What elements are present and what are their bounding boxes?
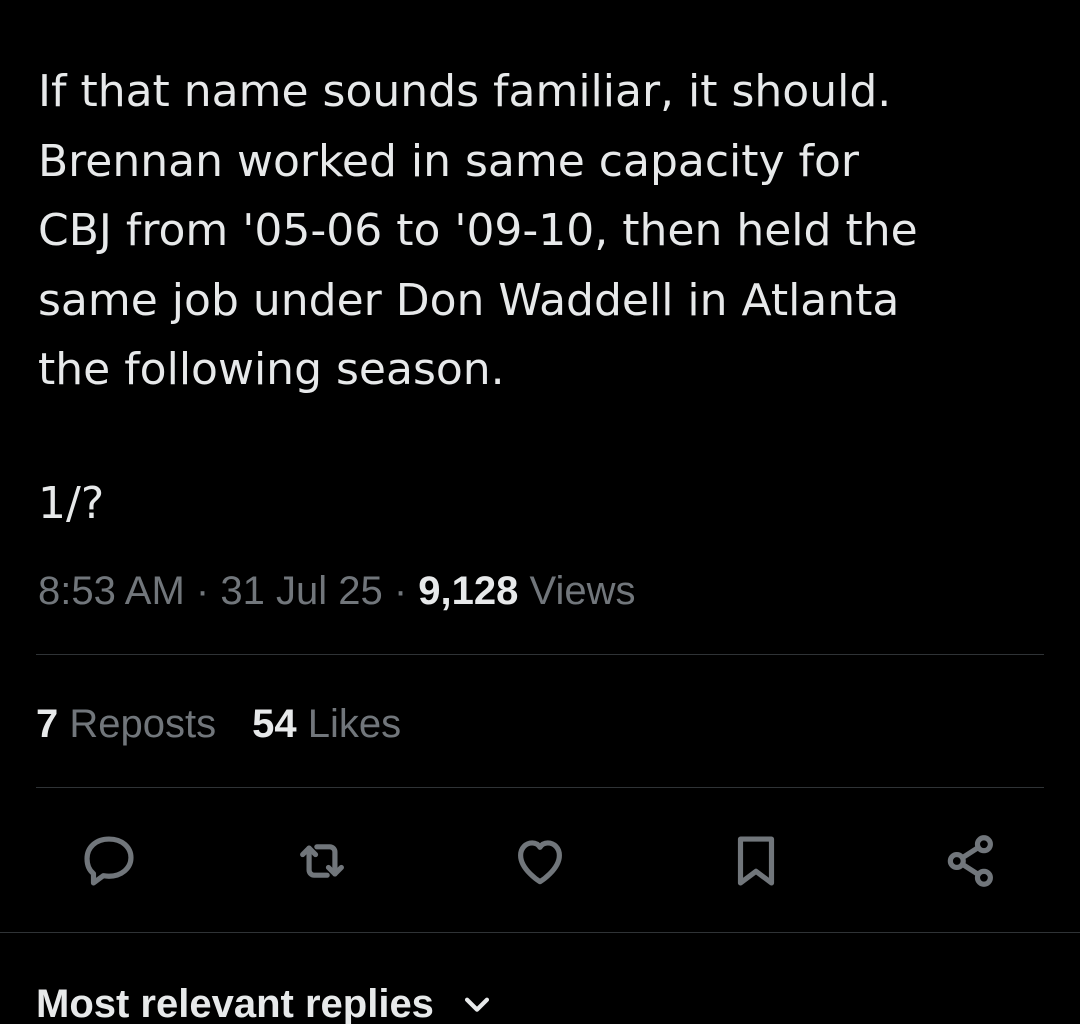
bookmark-icon	[737, 836, 775, 886]
replies-sort-dropdown[interactable]: Most relevant replies	[36, 978, 494, 1024]
divider	[36, 787, 1044, 788]
share-icon	[947, 835, 993, 887]
likes-label: Likes	[307, 702, 402, 746]
tweet-metadata: 8:53 AM · 31 Jul 25 · 9,128 Views	[38, 566, 635, 616]
reply-icon	[84, 836, 134, 886]
views-count[interactable]: 9,128	[418, 569, 518, 613]
likes-count: 54	[252, 702, 297, 746]
views-label: Views	[529, 569, 636, 613]
tweet-text: If that name sounds familiar, it should.…	[38, 57, 1058, 405]
engagement-stats: 7 Reposts 54 Likes	[36, 698, 401, 750]
share-button[interactable]	[936, 826, 1006, 896]
meta-separator: ·	[195, 569, 210, 613]
reposts-label: Reposts	[69, 702, 217, 746]
tweet-body: If that name sounds familiar, it should.…	[38, 57, 1058, 405]
chevron-down-icon	[464, 997, 489, 1012]
like-button[interactable]	[505, 826, 575, 896]
likes-stat[interactable]: 54 Likes	[252, 702, 401, 746]
tweet-text-line: same job under Don Waddell in Atlanta	[38, 274, 900, 326]
repost-icon	[300, 844, 344, 878]
bookmark-button[interactable]	[721, 826, 791, 896]
tweet-text-line: Brennan worked in same capacity for	[38, 135, 860, 187]
replies-sort-label: Most relevant replies	[36, 982, 434, 1024]
tweet-text-line: the following season.	[38, 344, 505, 395]
repost-button[interactable]	[287, 826, 357, 896]
divider	[36, 654, 1044, 655]
tweet-time[interactable]: 8:53 AM	[38, 569, 185, 613]
action-bar	[0, 826, 1080, 896]
reposts-stat[interactable]: 7 Reposts	[36, 702, 216, 746]
heart-icon	[518, 840, 562, 885]
tweet-date[interactable]: 31 Jul 25	[220, 569, 382, 613]
reply-button[interactable]	[74, 826, 144, 896]
divider	[0, 932, 1080, 933]
tweet-text-line: CBJ from '05-06 to '09-10, then held the	[38, 205, 918, 256]
reposts-count: 7	[36, 702, 59, 746]
meta-separator: ·	[393, 569, 408, 613]
tweet-text-line: If that name sounds familiar, it should.	[38, 66, 892, 117]
thread-marker: 1/?	[38, 478, 105, 529]
